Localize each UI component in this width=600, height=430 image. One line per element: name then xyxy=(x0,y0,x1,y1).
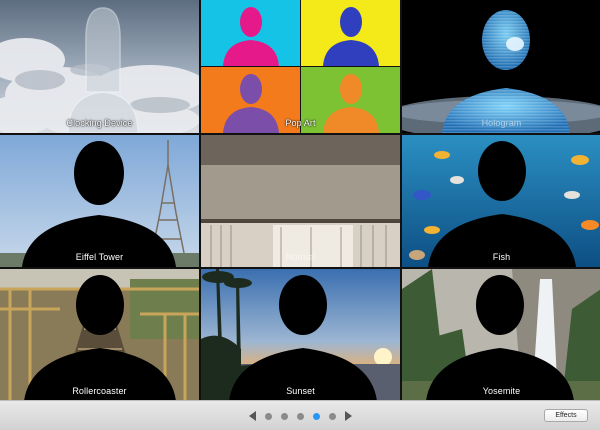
effect-label: Fish xyxy=(492,252,511,262)
fish-preview xyxy=(402,135,600,267)
next-page-arrow-icon[interactable] xyxy=(345,411,352,421)
effect-label: Eiffel Tower xyxy=(75,252,124,262)
effects-grid: Clocking Device Pop Art Hologram Eiffel … xyxy=(0,0,600,401)
sunset-preview xyxy=(201,269,400,401)
effect-label: Pop Art xyxy=(285,118,316,128)
rollercoaster-preview xyxy=(0,269,199,401)
effect-tile-rollercoaster[interactable]: Rollercoaster xyxy=(0,269,199,401)
effect-tile-clocking-device[interactable]: Clocking Device xyxy=(0,0,199,133)
effect-label: Normal xyxy=(285,252,316,262)
page-dot-5[interactable] xyxy=(329,412,336,420)
page-dot-2[interactable] xyxy=(281,412,288,420)
effect-label: Yosemite xyxy=(482,386,521,396)
effect-label: Hologram xyxy=(481,118,522,128)
effect-label: Sunset xyxy=(286,386,315,396)
clouds-preview xyxy=(0,0,199,133)
pop-art-preview xyxy=(201,0,400,133)
effect-label: Clocking Device xyxy=(66,118,133,128)
eiffel-tower-preview xyxy=(0,135,199,267)
yosemite-preview xyxy=(402,269,600,401)
previous-page-arrow-icon[interactable] xyxy=(249,411,256,421)
page-navigator xyxy=(249,409,352,423)
effect-tile-eiffel-tower[interactable]: Eiffel Tower xyxy=(0,135,199,267)
effects-button[interactable]: Effects xyxy=(544,409,588,422)
effect-tile-yosemite[interactable]: Yosemite xyxy=(402,269,600,401)
effect-label: Rollercoaster xyxy=(72,386,127,396)
room-preview xyxy=(201,135,400,267)
page-dot-4[interactable] xyxy=(313,412,320,420)
effect-tile-hologram[interactable]: Hologram xyxy=(402,0,600,133)
page-dot-3[interactable] xyxy=(297,412,304,420)
effect-tile-normal[interactable]: Normal xyxy=(201,135,400,267)
effect-tile-fish[interactable]: Fish xyxy=(402,135,600,267)
page-dot-1[interactable] xyxy=(265,412,272,420)
bottom-toolbar: Effects xyxy=(0,400,600,430)
effect-tile-sunset[interactable]: Sunset xyxy=(201,269,400,401)
effect-tile-pop-art[interactable]: Pop Art xyxy=(201,0,400,133)
hologram-preview xyxy=(402,0,600,133)
